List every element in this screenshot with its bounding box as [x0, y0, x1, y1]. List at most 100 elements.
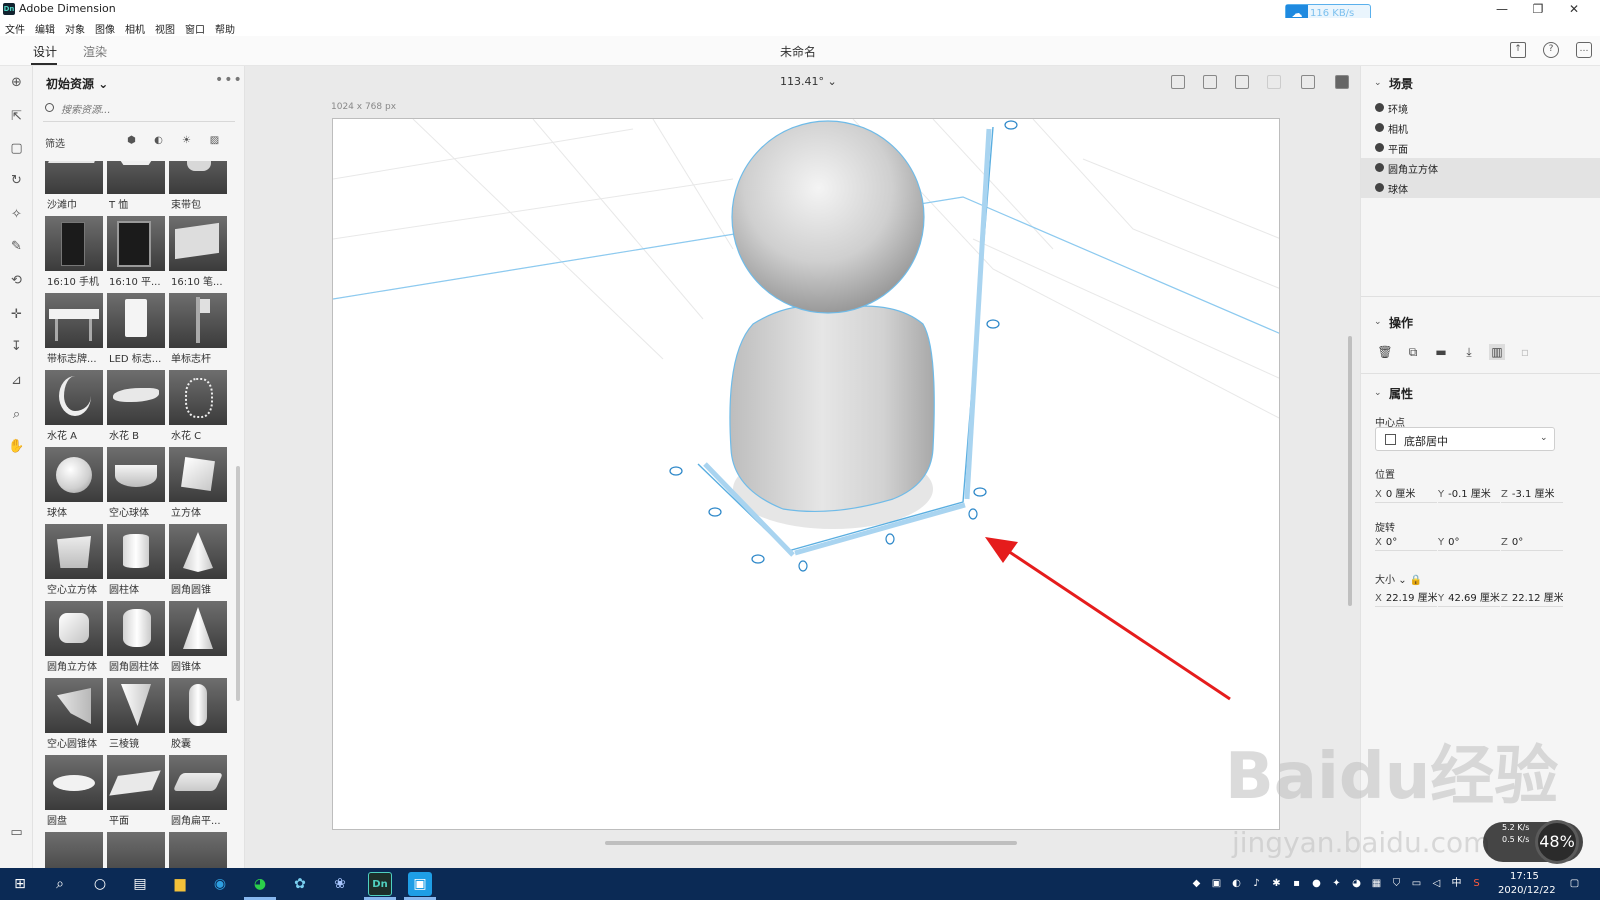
- scene-item[interactable]: 圆角立方体: [1361, 158, 1600, 178]
- wechat-tray-icon[interactable]: ◕: [1350, 877, 1363, 890]
- wechat-icon[interactable]: ◕: [248, 872, 272, 896]
- tray-app-icon[interactable]: ●: [1310, 877, 1323, 890]
- search-icon[interactable]: ⌕: [48, 872, 72, 896]
- size-x-field[interactable]: X 22.19 厘米: [1375, 589, 1437, 607]
- horizon-tool-icon[interactable]: ⊿: [8, 372, 25, 389]
- asset-item[interactable]: LED 标志...: [107, 293, 165, 365]
- help-icon[interactable]: ?: [1543, 42, 1559, 58]
- tray-app-icon[interactable]: ✦: [1330, 877, 1343, 890]
- chevron-down-icon[interactable]: ⌄: [1374, 78, 1382, 88]
- chevron-down-icon[interactable]: ⌄: [1374, 317, 1382, 327]
- network-icon[interactable]: ▭: [1410, 877, 1423, 890]
- scene-item[interactable]: 环境: [1361, 98, 1600, 118]
- scene-item[interactable]: 相机: [1361, 118, 1600, 138]
- asset-item[interactable]: 单标志杆: [169, 293, 227, 365]
- orbit-tool-icon[interactable]: ↻: [8, 172, 25, 189]
- asset-item[interactable]: [45, 832, 103, 868]
- clear-icon[interactable]: ▫: [1517, 344, 1533, 360]
- scene-item[interactable]: 平面: [1361, 138, 1600, 158]
- tray-app-icon[interactable]: ◐: [1230, 877, 1243, 890]
- clock-time[interactable]: 17:15: [1510, 871, 1539, 882]
- zoom-control[interactable]: 113.41° ⌄: [780, 75, 837, 88]
- asset-item[interactable]: 圆盘: [45, 755, 103, 827]
- delete-icon[interactable]: 🗑: [1377, 344, 1393, 360]
- paw-app-icon[interactable]: ❀: [328, 872, 352, 896]
- asset-item[interactable]: 圆角圆锥: [169, 524, 227, 596]
- asset-item[interactable]: 圆角立方体: [45, 601, 103, 673]
- menu-file[interactable]: 文件: [5, 21, 25, 36]
- menu-window[interactable]: 窗口: [185, 21, 205, 36]
- tray-app-icon[interactable]: ▦: [1370, 877, 1383, 890]
- rotation-z-field[interactable]: Z 0°: [1501, 537, 1563, 551]
- chevron-down-icon[interactable]: ⌄: [1374, 388, 1382, 398]
- task-view-icon[interactable]: ▤: [128, 872, 152, 896]
- position-z-field[interactable]: Z -3.1 厘米: [1501, 485, 1563, 503]
- image-filter-icon[interactable]: ▨: [209, 135, 220, 146]
- size-y-field[interactable]: Y 42.69 厘米: [1438, 589, 1500, 607]
- tab-render[interactable]: 渲染: [83, 43, 107, 60]
- drop-to-ground-icon[interactable]: ⤓: [1461, 344, 1477, 360]
- assets-title[interactable]: 初始资源 ⌄: [46, 75, 108, 92]
- tray-app-icon[interactable]: ▣: [1210, 877, 1223, 890]
- asset-item[interactable]: 立方体: [169, 447, 227, 519]
- asset-item[interactable]: 水花 A: [45, 370, 103, 442]
- tray-app-icon[interactable]: ▪: [1290, 877, 1303, 890]
- sogou-icon[interactable]: S: [1470, 877, 1483, 890]
- shield-icon[interactable]: ⛉: [1390, 877, 1403, 890]
- asset-item[interactable]: 水花 B: [107, 370, 165, 442]
- model-filter-icon[interactable]: ⬢: [126, 135, 137, 146]
- file-explorer-icon[interactable]: ▆: [168, 872, 192, 896]
- search-input[interactable]: [61, 101, 229, 119]
- asset-item[interactable]: 束带包: [169, 161, 227, 211]
- dimension-taskbar-icon[interactable]: Dn: [368, 872, 392, 896]
- more-options-icon[interactable]: •••: [215, 72, 243, 88]
- volume-icon[interactable]: ◁: [1430, 877, 1443, 890]
- rotation-y-field[interactable]: Y 0°: [1438, 537, 1500, 551]
- notification-icon[interactable]: ▢: [1568, 877, 1581, 890]
- pivot-select[interactable]: 底部居中 ⌄: [1375, 427, 1555, 451]
- asset-item[interactable]: 球体: [45, 447, 103, 519]
- material-filter-icon[interactable]: ◐: [153, 135, 164, 146]
- lock-icon[interactable]: 🔒: [1410, 575, 1422, 586]
- duplicate-icon[interactable]: ⧉: [1405, 344, 1421, 360]
- asset-scrollbar[interactable]: [236, 466, 240, 701]
- feedback-icon[interactable]: …: [1576, 42, 1592, 58]
- pan-camera-icon[interactable]: ✛: [8, 306, 25, 323]
- menu-camera[interactable]: 相机: [125, 21, 145, 36]
- render-preview-icon[interactable]: [1335, 75, 1349, 89]
- frame-tool-icon[interactable]: ▢: [8, 140, 25, 157]
- hand-icon[interactable]: ✋: [8, 438, 25, 455]
- asset-item[interactable]: 圆角圆柱体: [107, 601, 165, 673]
- rotate-view-icon[interactable]: [1235, 75, 1249, 89]
- asset-item[interactable]: 空心圆锥体: [45, 678, 103, 750]
- group-folder-icon[interactable]: ▬: [1433, 344, 1449, 360]
- menu-view[interactable]: 视图: [155, 21, 175, 36]
- asset-item[interactable]: 16:10 平...: [107, 216, 165, 288]
- asset-item[interactable]: 平面: [107, 755, 165, 827]
- minimize-button[interactable]: —: [1484, 0, 1520, 18]
- select-tool-icon[interactable]: ⇱: [8, 108, 25, 125]
- rotation-x-field[interactable]: X 0°: [1375, 537, 1437, 551]
- align-bottom-icon[interactable]: ▥: [1489, 344, 1505, 360]
- asset-item[interactable]: 三棱镜: [107, 678, 165, 750]
- position-y-field[interactable]: Y -0.1 厘米: [1438, 485, 1500, 503]
- baidu-netdisk-icon[interactable]: ✿: [288, 872, 312, 896]
- vertical-scrollbar[interactable]: [1348, 336, 1352, 606]
- microphone-icon[interactable]: ♪: [1250, 877, 1263, 890]
- clock-date[interactable]: 2020/12/22: [1498, 885, 1556, 896]
- asset-item[interactable]: [169, 832, 227, 868]
- lasso-tool-icon[interactable]: ⟲: [8, 272, 25, 289]
- size-label[interactable]: 大小 ⌄ 🔒: [1375, 571, 1422, 586]
- restore-button[interactable]: ❐: [1520, 0, 1556, 18]
- screenshot-app-icon[interactable]: ▣: [408, 872, 432, 896]
- share-icon[interactable]: ↑: [1510, 42, 1526, 58]
- asset-item[interactable]: 沙滩巾: [45, 161, 103, 211]
- dolly-camera-icon[interactable]: ↧: [8, 338, 25, 355]
- asset-item[interactable]: 圆锥体: [169, 601, 227, 673]
- windows-start-icon[interactable]: ⊞: [8, 872, 32, 896]
- asset-item[interactable]: 空心球体: [107, 447, 165, 519]
- tab-design[interactable]: 设计: [33, 43, 57, 60]
- zoom-icon[interactable]: ⌕: [8, 406, 25, 423]
- menu-edit[interactable]: 编辑: [35, 21, 55, 36]
- menu-image[interactable]: 图像: [95, 21, 115, 36]
